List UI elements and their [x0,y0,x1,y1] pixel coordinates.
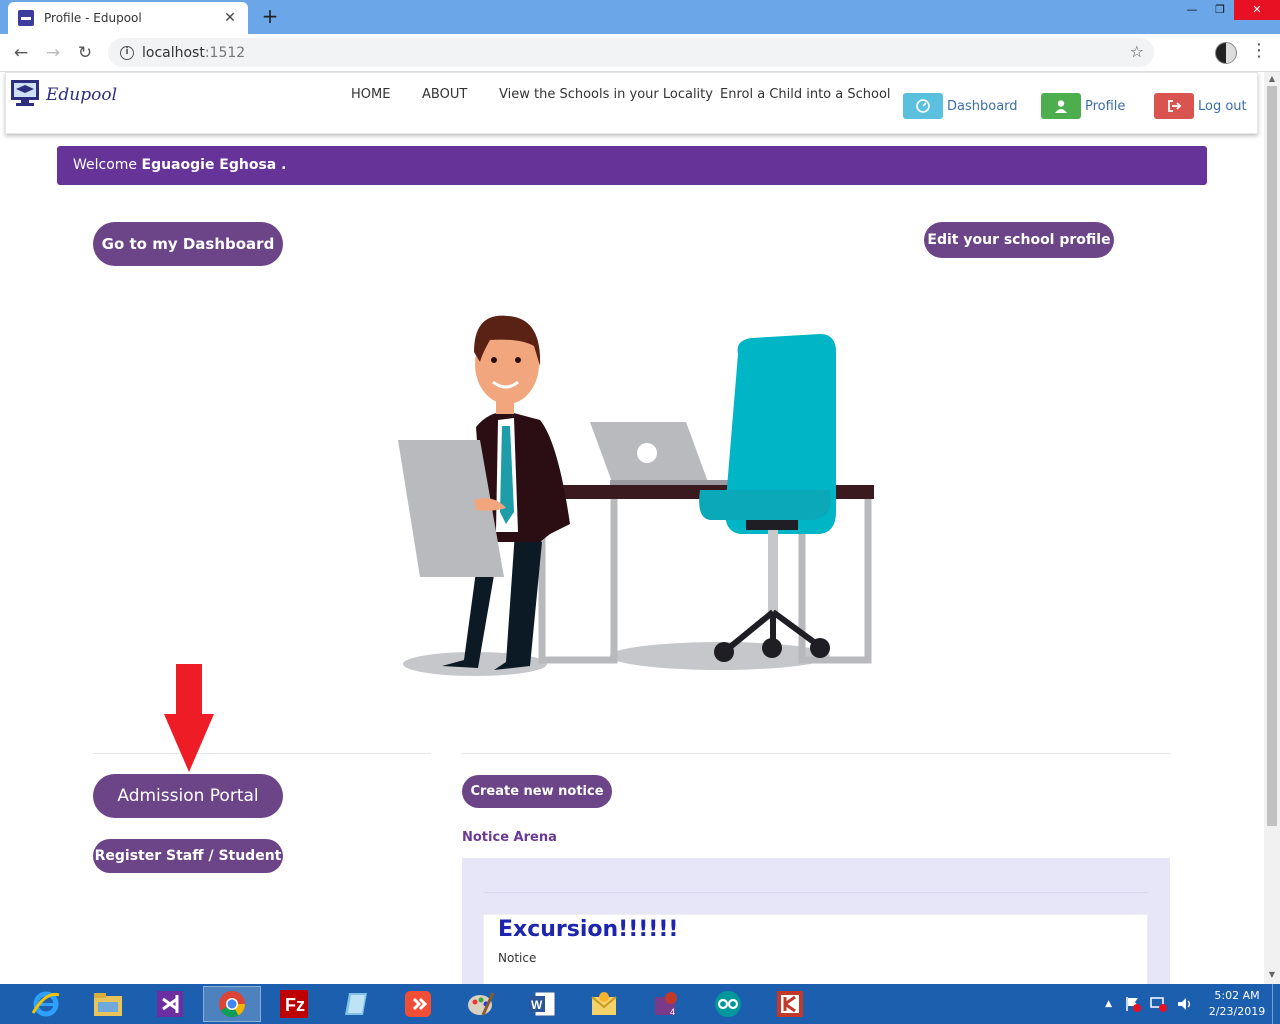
antivirus-icon[interactable] [761,986,819,1022]
edit-school-profile-button[interactable]: Edit your school profile [924,222,1114,258]
file-explorer-icon[interactable] [79,986,137,1022]
user-icon [1041,93,1081,119]
notice-arena-heading: Notice Arena [462,830,557,845]
show-hidden-icons-icon[interactable]: ▲ [1105,999,1112,1009]
notepad-icon[interactable] [327,986,385,1022]
right-divider [462,753,1170,754]
clock-time: 5:02 AM [1214,989,1260,1002]
volume-icon[interactable] [1176,996,1194,1012]
site-info-icon[interactable]: i [120,45,134,60]
word-icon[interactable]: W [513,986,571,1022]
nav-dashboard[interactable]: Dashboard [903,93,1018,119]
url-text: localhost:1512 [142,44,246,61]
bookmark-star-icon[interactable]: ☆ [1130,42,1144,61]
ie-icon[interactable] [17,986,75,1022]
close-tab-icon[interactable]: ✕ [222,10,238,26]
address-bar[interactable]: i localhost:1512 ☆ [108,38,1154,67]
windows-taskbar: Fz W 4 ▲ 5:02 AM 2/23/2019 [0,984,1280,1024]
admission-portal-button[interactable]: Admission Portal [93,774,283,818]
tab-title: Profile - Edupool [44,11,142,25]
nav-home[interactable]: HOME [351,87,390,102]
dashboard-label: Dashboard [947,98,1018,114]
forward-button[interactable]: → [40,41,66,65]
notice-card[interactable]: Excursion!!!!!! Notice [483,914,1148,984]
site-navbar: Edupool HOME ABOUT View the Schools in y… [5,72,1258,134]
system-tray: ▲ 5:02 AM 2/23/2019 [1105,984,1280,1024]
register-staff-student-button[interactable]: Register Staff / Student [93,839,283,873]
logout-icon [1154,93,1194,119]
network-icon[interactable] [1150,996,1168,1012]
filezilla-icon[interactable]: Fz [265,986,323,1022]
notice-arena: Excursion!!!!!! Notice [462,858,1170,984]
browser-tab[interactable]: Profile - Edupool ✕ [8,2,248,34]
browser-titlebar: Profile - Edupool ✕ + — ❐ ✕ [0,0,1280,34]
paint-icon[interactable] [451,986,509,1022]
outlook-icon[interactable] [575,986,633,1022]
media-icon[interactable]: 4 [637,986,695,1022]
svg-text:W: W [531,998,543,1012]
nav-view-schools[interactable]: View the Schools in your Locality [499,87,713,102]
welcome-user-name: Eguaogie Eghosa . [141,157,287,173]
clock-date: 2/23/2019 [1208,1005,1266,1018]
browser-toolbar: ← → ↻ i localhost:1512 ☆ ⋮ [0,34,1280,72]
welcome-banner: Welcome Eguaogie Eghosa . [57,146,1207,185]
nav-profile[interactable]: Profile [1041,93,1125,119]
favicon-icon [18,10,34,26]
create-notice-button[interactable]: Create new notice [462,775,612,808]
scroll-up-icon[interactable]: ▲ [1267,74,1277,84]
dashboard-icon [903,93,943,119]
action-center-flag-icon[interactable] [1124,996,1142,1012]
show-desktop-button[interactable] [1272,984,1280,1024]
office-illustration [398,315,874,676]
taskbar-clock[interactable]: 5:02 AM 2/23/2019 [1202,988,1272,1020]
nav-enrol-child[interactable]: Enrol a Child into a School [720,87,891,102]
reload-button[interactable]: ↻ [72,41,98,65]
window-controls: — ❐ ✕ [1178,0,1280,20]
logout-label: Log out [1198,98,1247,114]
profile-label: Profile [1085,98,1126,114]
chrome-icon[interactable] [203,986,261,1022]
scroll-thumb[interactable] [1267,86,1277,826]
arduino-icon[interactable] [699,986,757,1022]
page-scrollbar[interactable]: ▲ ▼ [1264,72,1280,984]
red-arrow-annotation [164,664,214,772]
profile-avatar[interactable] [1215,42,1237,64]
nav-about[interactable]: ABOUT [422,87,467,102]
window-close-button[interactable]: ✕ [1234,0,1280,20]
notice-title: Excursion!!!!!! [498,917,679,942]
browser-menu-icon[interactable]: ⋮ [1250,40,1268,61]
scroll-down-icon[interactable]: ▼ [1267,970,1277,980]
minimize-button[interactable]: — [1178,0,1206,20]
site-logo[interactable]: Edupool [10,79,117,107]
notice-separator [484,892,1148,893]
left-divider [93,753,431,754]
nav-logout[interactable]: Log out [1154,93,1247,119]
svg-text:4: 4 [670,1007,675,1017]
back-button[interactable]: ← [8,41,34,65]
logo-monitor-icon [11,80,39,106]
new-tab-button[interactable]: + [258,4,282,28]
go-dashboard-button[interactable]: Go to my Dashboard [93,222,283,266]
welcome-prefix: Welcome [73,157,138,173]
page-viewport: Edupool HOME ABOUT View the Schools in y… [0,72,1264,984]
visual-studio-icon[interactable] [141,986,199,1022]
notice-subtitle: Notice [498,951,537,965]
svg-text:Fz: Fz [285,995,305,1015]
restore-button[interactable]: ❐ [1206,0,1234,20]
logo-text: Edupool [46,85,118,105]
git-icon[interactable] [389,986,447,1022]
